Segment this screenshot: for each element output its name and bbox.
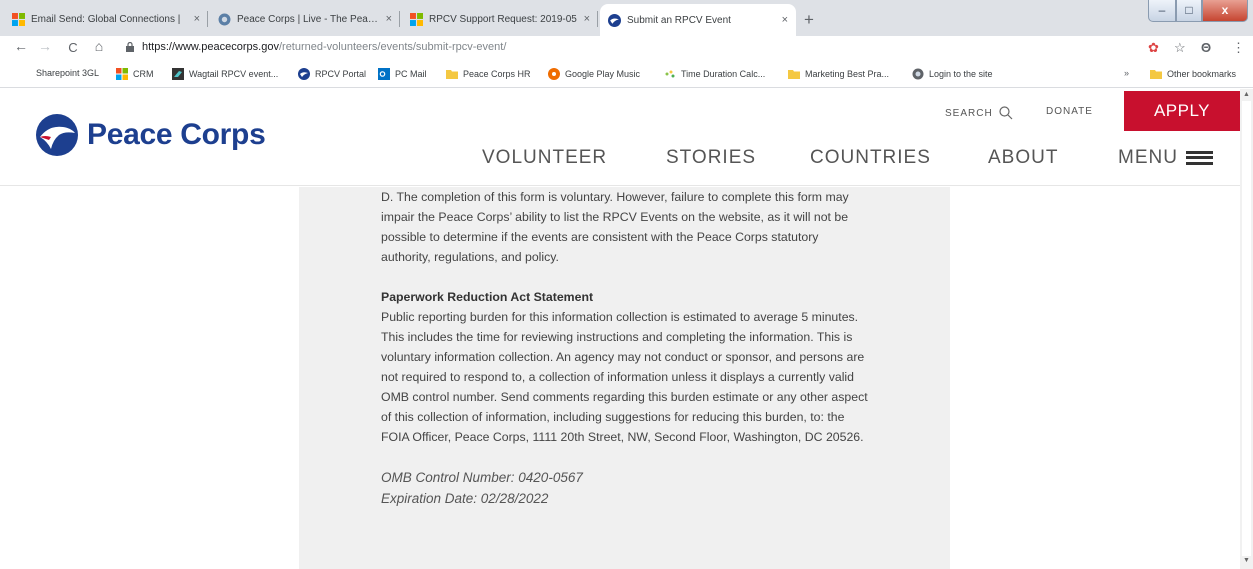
menu-button[interactable]: MENU: [1118, 147, 1213, 169]
search-link[interactable]: SEARCH: [945, 106, 1013, 120]
tab-title: Peace Corps | Live - The Peace C: [237, 13, 380, 25]
tab-email-send[interactable]: Email Send: Global Connections | ×: [4, 6, 208, 32]
bookmark-label: RPCV Portal: [315, 69, 367, 79]
bookmarks-bar: Sharepoint 3GL CRM Wagtail RPCV event...…: [0, 60, 1253, 88]
bookmark-rpcv-portal[interactable]: RPCV Portal: [298, 68, 366, 80]
address-bar-row: ← → C ⌂ https://www.peacecorps.gov/retur…: [0, 36, 1253, 60]
bookmark-sharepoint[interactable]: Sharepoint 3GL: [36, 68, 99, 78]
pra-title: Paperwork Reduction Act Statement: [381, 290, 594, 304]
close-icon[interactable]: ×: [194, 13, 200, 25]
nav-volunteer[interactable]: VOLUNTEER: [482, 147, 607, 169]
tab-rpcv-support-request[interactable]: RPCV Support Request: 2019-05 ×: [402, 6, 598, 32]
ms-grid-icon: [410, 12, 423, 26]
close-icon[interactable]: ×: [782, 14, 788, 26]
folder-icon: [446, 70, 458, 79]
bookmark-time-duration[interactable]: Time Duration Calc...: [664, 68, 765, 80]
close-icon[interactable]: ×: [386, 13, 392, 25]
tab-title: Email Send: Global Connections |: [31, 13, 181, 25]
bookmark-label: Wagtail RPCV event...: [189, 69, 279, 79]
new-tab-button[interactable]: +: [798, 10, 820, 30]
bookmark-login[interactable]: Login to the site: [912, 68, 993, 80]
back-icon[interactable]: ←: [12, 38, 30, 54]
bookmark-google-play-music[interactable]: Google Play Music: [548, 68, 640, 80]
bookmarks-overflow[interactable]: »: [1124, 68, 1129, 78]
bookmark-marketing[interactable]: Marketing Best Pra...: [788, 68, 889, 80]
music-icon: [548, 68, 560, 80]
forward-icon[interactable]: →: [36, 38, 54, 54]
home-icon[interactable]: ⌂: [90, 38, 108, 54]
scroll-down-icon[interactable]: ▼: [1243, 557, 1250, 564]
folder-icon: [1150, 70, 1162, 79]
tab-title: RPCV Support Request: 2019-05: [429, 13, 577, 25]
peace-corps-logo-icon: [36, 114, 78, 156]
outlook-icon: [378, 68, 390, 80]
minimize-button[interactable]: –: [1148, 0, 1176, 22]
privacy-paragraph-d: D. The completion of this form is volunt…: [381, 190, 849, 264]
scroll-thumb[interactable]: [1242, 101, 1251, 556]
ms-grid-icon: [12, 12, 25, 26]
content-column: D. The completion of this form is volunt…: [299, 187, 950, 569]
url-field[interactable]: https://www.peacecorps.gov/returned-volu…: [142, 41, 506, 53]
bookmark-label: Peace Corps HR: [463, 69, 531, 79]
search-icon: [999, 106, 1013, 120]
nav-about[interactable]: ABOUT: [988, 147, 1058, 169]
site-logo[interactable]: Peace Corps: [35, 113, 266, 157]
close-icon[interactable]: ×: [584, 13, 590, 25]
bookmark-other[interactable]: Other bookmarks: [1150, 68, 1236, 80]
maximize-button[interactable]: □: [1176, 0, 1202, 22]
bookmark-label: PC Mail: [395, 69, 427, 79]
content-body: D. The completion of this form is volunt…: [381, 187, 871, 509]
bookmark-wagtail[interactable]: Wagtail RPCV event...: [172, 68, 278, 80]
peace-corps-icon: [608, 13, 621, 27]
globe-icon: [912, 68, 924, 80]
bookmark-pc-mail[interactable]: PC Mail: [378, 68, 427, 80]
bookmark-label: Sharepoint 3GL: [36, 68, 100, 78]
browser-tab-bar: Email Send: Global Connections | × Peace…: [0, 0, 1253, 36]
url-path: /returned-volunteers/events/submit-rpcv-…: [278, 41, 507, 53]
folder-icon: [788, 70, 800, 79]
bookmark-label: Marketing Best Pra...: [805, 69, 890, 79]
bookmark-label: Other bookmarks: [1167, 69, 1237, 79]
lock-icon: [126, 42, 134, 52]
tab-submit-rpcv-event[interactable]: Submit an RPCV Event ×: [600, 4, 796, 36]
wagtail-icon: [172, 68, 184, 80]
more-icon[interactable]: ⋮: [1232, 40, 1245, 56]
close-window-button[interactable]: x: [1202, 0, 1248, 22]
star-icon[interactable]: ☆: [1174, 40, 1186, 56]
bookmark-label: Time Duration Calc...: [681, 69, 766, 79]
bookmark-crm[interactable]: CRM: [116, 68, 154, 80]
search-label: SEARCH: [945, 107, 993, 119]
sparkle-icon: [665, 70, 675, 78]
omb-control-number: OMB Control Number: 0420-0567: [381, 470, 583, 485]
donate-link[interactable]: DONATE: [1046, 106, 1093, 117]
logo-text: Peace Corps: [87, 118, 266, 151]
peace-corps-icon: [298, 68, 310, 80]
apply-button[interactable]: APPLY: [1124, 91, 1240, 131]
tab-title: Submit an RPCV Event: [627, 14, 731, 26]
nav-countries[interactable]: COUNTRIES: [810, 147, 931, 169]
site-header: Peace Corps SEARCH DONATE APPLY VOLUNTEE…: [0, 89, 1253, 186]
url-host: https://www.peacecorps.gov: [142, 41, 279, 53]
ms-grid-icon: [116, 68, 128, 80]
nav-stories[interactable]: STORIES: [666, 147, 756, 169]
pra-body: Public reporting burden for this informa…: [381, 310, 868, 444]
hamburger-icon: [1185, 150, 1213, 165]
globe-icon: [218, 13, 231, 25]
bookmark-peace-corps-hr[interactable]: Peace Corps HR: [446, 68, 531, 80]
reload-icon[interactable]: C: [64, 40, 82, 55]
bookmark-label: Login to the site: [929, 69, 993, 79]
bookmark-label: Google Play Music: [565, 69, 641, 79]
extension-icon[interactable]: ✿: [1148, 40, 1159, 56]
tab-peace-corps-live[interactable]: Peace Corps | Live - The Peace C ×: [210, 6, 400, 32]
bookmark-label: CRM: [133, 69, 154, 79]
expiration-date: Expiration Date: 02/28/2022: [381, 491, 549, 506]
scroll-up-icon[interactable]: ▲: [1243, 91, 1250, 98]
profile-icon[interactable]: Θ: [1201, 40, 1211, 55]
page-scrollbar[interactable]: ▲ ▼: [1240, 89, 1253, 569]
menu-label: MENU: [1118, 147, 1178, 168]
